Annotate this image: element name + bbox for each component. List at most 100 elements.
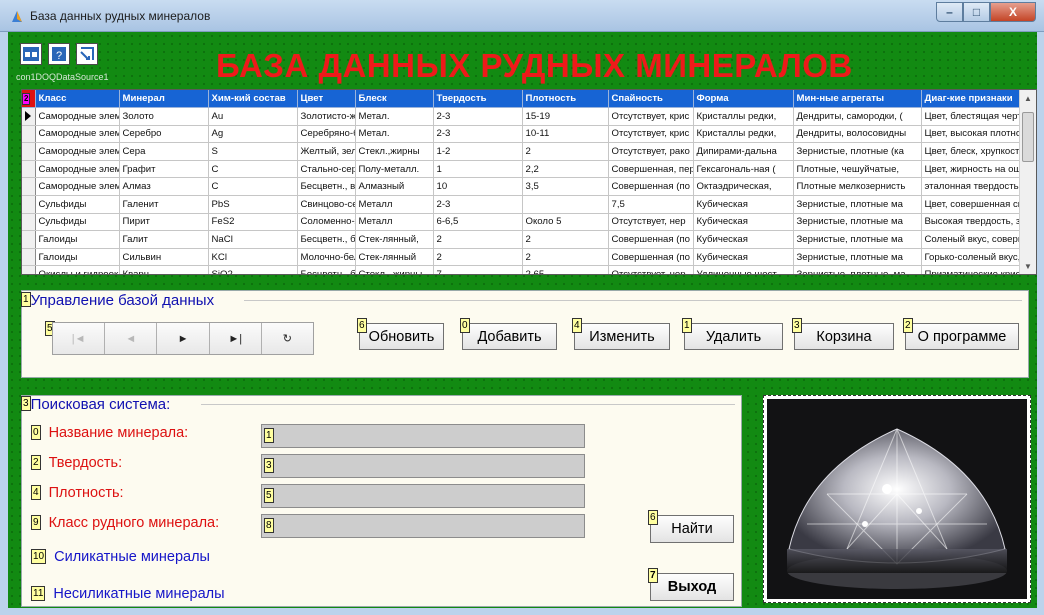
table-cell[interactable]: Бесцветн., б (297, 265, 356, 274)
row-indicator[interactable] (22, 125, 36, 144)
table-cell[interactable]: 2,2 (522, 160, 609, 179)
table-cell[interactable]: 1 (433, 160, 523, 179)
table-cell[interactable]: 7 (433, 265, 523, 274)
table-cell[interactable]: 6-6,5 (433, 213, 523, 232)
table-cell[interactable]: 2 (522, 230, 609, 249)
density-input[interactable]: 5 (261, 484, 585, 508)
table-cell[interactable]: PbS (208, 195, 298, 214)
table-cell[interactable]: Дендриты, самородки, ( (793, 107, 922, 126)
table-cell[interactable]: Стек-лянный, (355, 230, 434, 249)
table-cell[interactable]: Кубическая (693, 195, 794, 214)
table-cell[interactable]: Бесцветн., б (297, 230, 356, 249)
edit-button[interactable]: 4 Изменить (572, 318, 670, 350)
trash-button[interactable]: 3 Корзина (792, 318, 894, 350)
table-cell[interactable]: Метал. (355, 125, 434, 144)
ado-connection-icon[interactable] (20, 43, 42, 65)
mineral-name-field[interactable] (278, 426, 578, 446)
table-cell[interactable]: Самородные элем (35, 125, 120, 144)
table-cell[interactable]: Кристаллы редки, (693, 107, 794, 126)
table-cell[interactable]: 10 (433, 177, 523, 197)
table-cell[interactable]: S (208, 142, 298, 161)
table-row[interactable]: Самородные элем Алмаз C Бесцветн., в Алмазны… (22, 177, 1036, 197)
delete-button[interactable]: 1 Удалить (682, 318, 783, 350)
nav-first-button[interactable]: |◄ (53, 323, 106, 354)
table-cell[interactable] (522, 195, 609, 214)
column-header[interactable]: Блеск (355, 90, 434, 109)
table-cell[interactable]: 15-19 (522, 107, 609, 126)
table-cell[interactable]: Сера (119, 142, 209, 161)
table-cell[interactable]: Совершенная (по (608, 177, 694, 197)
table-cell[interactable]: Галенит (119, 195, 209, 214)
column-header[interactable]: Минерал (119, 90, 209, 109)
table-cell[interactable]: Стекл.,жирны (355, 142, 434, 161)
ado-dataset-icon[interactable]: ? (48, 43, 70, 65)
table-cell[interactable]: Самородные элем (35, 142, 120, 161)
table-cell[interactable]: Серебро (119, 125, 209, 144)
row-indicator[interactable] (22, 177, 36, 197)
table-cell[interactable]: Совершенная (по (608, 230, 694, 249)
table-cell[interactable]: C (208, 177, 298, 197)
column-header[interactable]: Мин-ные агрегаты (793, 90, 922, 109)
table-row[interactable]: Галоиды Галит NaCl Бесцветн., б Стек-лянный,… (22, 230, 1036, 249)
table-cell[interactable]: Кубическая (693, 230, 794, 249)
mineral-class-input[interactable]: 8 (261, 514, 585, 538)
table-cell[interactable]: Отсутствует, нер (608, 213, 694, 232)
exit-button[interactable]: 7 Выход (648, 568, 734, 601)
table-cell[interactable]: Стекл., жирны (355, 265, 434, 274)
table-cell[interactable]: Полу-металл. (355, 160, 434, 179)
row-indicator[interactable] (22, 248, 36, 267)
table-cell[interactable]: Дендриты, волосовидны (793, 125, 922, 144)
table-cell[interactable]: Свинцово-се (297, 195, 356, 214)
refresh-button[interactable]: 6 Обновить (357, 318, 444, 350)
table-cell[interactable]: C (208, 160, 298, 179)
column-header[interactable]: Спайность (608, 90, 694, 109)
maximize-button[interactable]: □ (963, 2, 990, 22)
scroll-thumb[interactable] (1022, 112, 1034, 162)
scroll-down-icon[interactable]: ▼ (1020, 258, 1036, 274)
add-button[interactable]: 0 Добавить (460, 318, 557, 350)
table-cell[interactable]: Галоиды (35, 230, 120, 249)
table-row[interactable]: Сульфиды Галенит PbS Свинцово-се Металл 2-3 7,… (22, 195, 1036, 214)
table-cell[interactable]: Золото (119, 107, 209, 126)
table-cell[interactable]: 1-2 (433, 142, 523, 161)
table-cell[interactable]: 2 (522, 248, 609, 267)
table-cell[interactable]: Метал. (355, 107, 434, 126)
table-cell[interactable]: Пирит (119, 213, 209, 232)
table-cell[interactable]: Золотисто-ж (297, 107, 356, 126)
table-cell[interactable]: Отсутствует, рако (608, 142, 694, 161)
table-cell[interactable]: Окислы и гидроок (35, 265, 120, 274)
db-navigator[interactable]: |◄ ◄ ► ►| ↻ (52, 322, 314, 355)
table-cell[interactable]: Зернистые, плотные ма (793, 248, 922, 267)
table-cell[interactable]: SiO2 (208, 265, 298, 274)
grid-vertical-scrollbar[interactable]: ▲ ▼ (1019, 90, 1036, 274)
nav-last-button[interactable]: ►| (209, 323, 262, 354)
row-indicator[interactable] (22, 160, 36, 179)
table-cell[interactable]: Au (208, 107, 298, 126)
ado-query-icon[interactable] (76, 43, 98, 65)
table-cell[interactable]: Молочно-бел (297, 248, 356, 267)
table-cell[interactable]: 2 (522, 142, 609, 161)
table-cell[interactable]: Самородные элем (35, 107, 120, 126)
table-cell[interactable]: Дипирами-дальна (693, 142, 794, 161)
table-cell[interactable]: Зернистые, плотные (ка (793, 142, 922, 161)
table-cell[interactable]: Кубическая (693, 213, 794, 232)
table-cell[interactable]: Октаэдрическая, (693, 177, 794, 197)
table-cell[interactable]: Бесцветн., в (297, 177, 356, 197)
table-cell[interactable]: Удлиненные шест (693, 265, 794, 274)
nav-refresh-button[interactable]: ↻ (261, 323, 314, 354)
scroll-up-icon[interactable]: ▲ (1020, 90, 1036, 106)
nav-next-button[interactable]: ► (157, 323, 210, 354)
table-row[interactable]: Окислы и гидроок Кварц SiO2 Бесцветн., б Сте… (22, 265, 1036, 274)
table-cell[interactable]: Соломенно-ж (297, 213, 356, 232)
table-cell[interactable]: Кристаллы редки, (693, 125, 794, 144)
row-indicator[interactable] (22, 213, 36, 232)
table-cell[interactable]: Совершенная (по (608, 248, 694, 267)
density-field[interactable] (278, 486, 578, 506)
table-cell[interactable]: Ag (208, 125, 298, 144)
table-row[interactable]: Галоиды Сильвин KCl Молочно-бел Стек-лянный 2… (22, 248, 1036, 267)
column-header[interactable]: Цвет (297, 90, 356, 109)
non-silicate-minerals-link[interactable]: 11 Несиликатные минералы (31, 586, 225, 602)
table-cell[interactable]: Алмазный (355, 177, 434, 197)
window-title-bar[interactable]: База данных рудных минералов – □ X (0, 0, 1044, 32)
table-cell[interactable]: Серебряно-б (297, 125, 356, 144)
